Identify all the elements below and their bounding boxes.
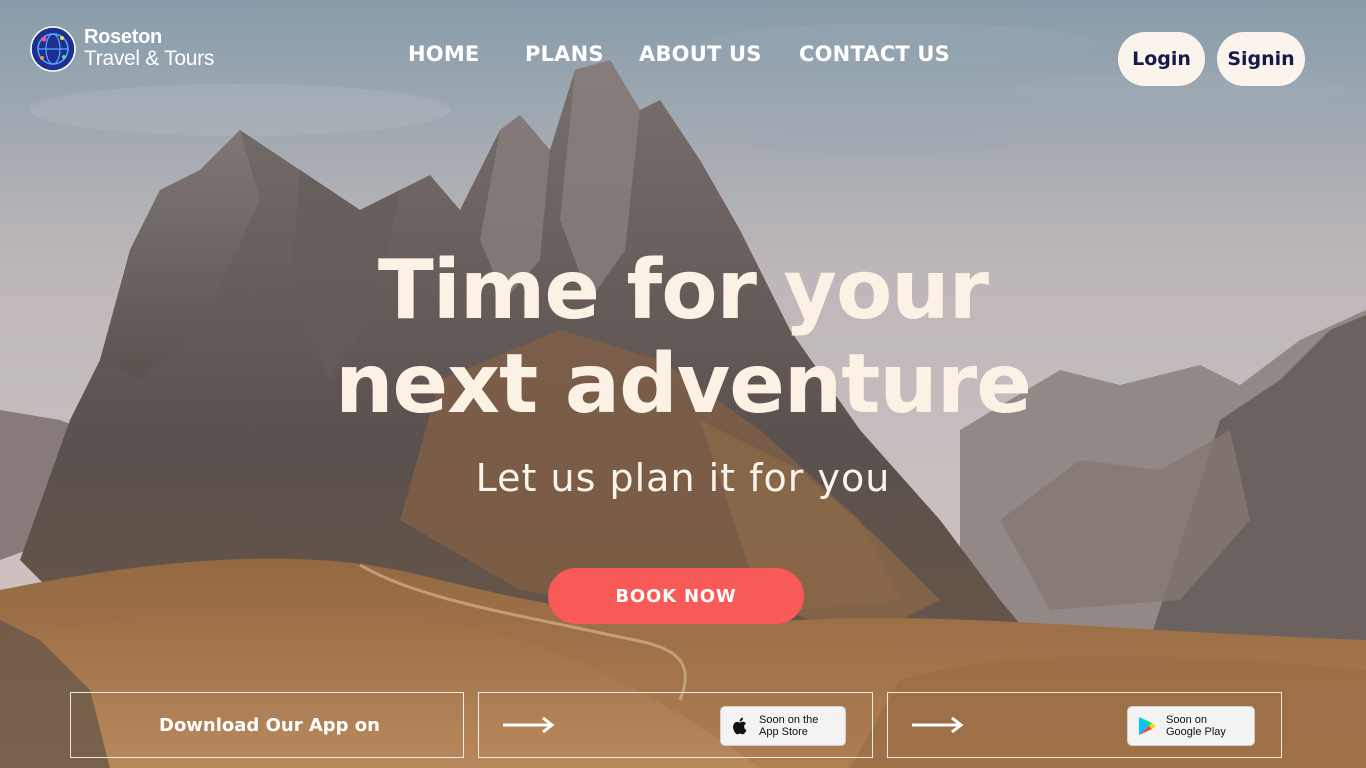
nav-about-link[interactable]: ABOUT US <box>639 42 762 66</box>
google-play-text: Soon on Google Play <box>1166 714 1226 738</box>
arrow-right-icon <box>912 716 964 734</box>
app-store-text: Soon on the App Store <box>759 714 818 738</box>
signin-button[interactable]: Signin <box>1217 32 1305 86</box>
nav-contact-link[interactable]: CONTACT US <box>799 42 950 66</box>
hero-subtitle: Let us plan it for you <box>475 456 891 500</box>
google-play-icon <box>1139 717 1156 735</box>
hero-title-line1: Time for your <box>377 243 989 338</box>
google-play-line2: Google Play <box>1166 726 1226 738</box>
login-button[interactable]: Login <box>1118 32 1205 86</box>
book-now-button[interactable]: BOOK NOW <box>548 568 804 624</box>
arrow-right-icon <box>503 716 555 734</box>
hero-title: Time for your next adventure <box>0 244 1366 432</box>
nav-home-link[interactable]: HOME <box>408 42 479 66</box>
download-app-box: Download Our App on <box>70 692 464 758</box>
apple-icon <box>733 717 747 735</box>
app-store-badge[interactable]: Soon on the App Store <box>720 706 846 746</box>
google-play-line1: Soon on <box>1166 714 1207 726</box>
nav-plans-link[interactable]: PLANS <box>525 42 604 66</box>
download-app-label: Download Our App on <box>159 715 380 736</box>
app-store-line1: Soon on the <box>759 714 819 726</box>
app-store-box: Soon on the App Store <box>478 692 873 758</box>
google-play-box: Soon on Google Play <box>887 692 1282 758</box>
app-store-line2: App Store <box>759 726 808 738</box>
hero-title-line2: next adventure <box>335 337 1032 432</box>
google-play-badge[interactable]: Soon on Google Play <box>1127 706 1255 746</box>
